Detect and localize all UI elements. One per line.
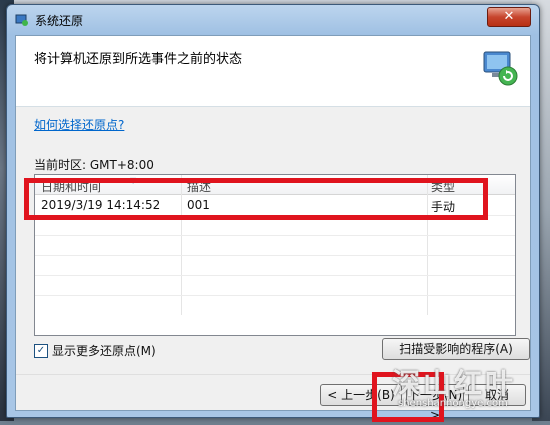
row-gridline <box>35 275 515 276</box>
checkbox-checked-icon[interactable]: ✓ <box>34 343 48 358</box>
watermark-url: shenshanhongye.com <box>398 398 508 409</box>
highlight-box-restore-point <box>24 178 488 220</box>
row-gridline <box>35 295 515 296</box>
window-title: 系统还原 <box>35 14 84 28</box>
watermark-brand: 深山红叶 <box>392 367 517 400</box>
close-button[interactable]: ✕ <box>487 7 531 27</box>
scan-affected-programs-button[interactable]: 扫描受影响的程序(A) <box>382 338 530 360</box>
timezone-label: 当前时区: GMT+8:00 <box>34 158 154 172</box>
help-link[interactable]: 如何选择还原点? <box>34 116 124 133</box>
header-panel: 将计算机还原到所选事件之前的状态 <box>16 36 530 107</box>
row-gridline <box>35 235 515 236</box>
show-more-label: 显示更多还原点(M) <box>52 344 156 358</box>
system-restore-icon <box>483 51 518 86</box>
show-more-checkbox[interactable]: ✓ 显示更多还原点(M) <box>34 342 156 359</box>
page-title: 将计算机还原到所选事件之前的状态 <box>34 52 243 67</box>
title-bar[interactable]: 系统还原 ✕ <box>7 5 539 35</box>
system-restore-icon <box>15 14 28 26</box>
watermark: 深山红叶 shenshanhongye.com <box>392 362 542 418</box>
row-gridline <box>35 255 515 256</box>
dialog-body: 将计算机还原到所选事件之前的状态 如何选择还原点? 当前时区: GMT+8:00… <box>15 35 531 422</box>
